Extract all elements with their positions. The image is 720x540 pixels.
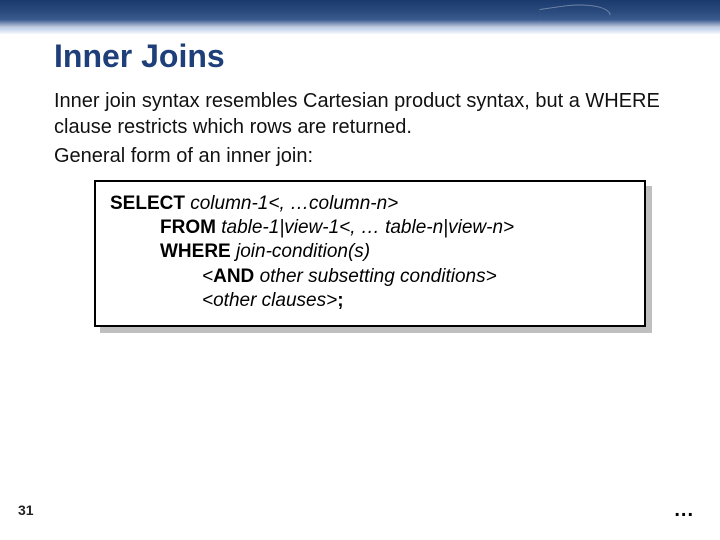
it-columns: column-1<, …column-n> (190, 193, 398, 214)
it-tables: table-1|view-1<, … table-n|view-n> (221, 217, 514, 238)
code-box: SELECT column-1<, …column-n> FROM table-… (94, 180, 646, 328)
it-join-cond: join-condition(s) (236, 241, 370, 262)
kw-select: SELECT (110, 193, 190, 214)
paragraph-1: Inner join syntax resembles Cartesian pr… (54, 89, 670, 140)
banner-swoosh (539, 0, 611, 25)
header-banner (0, 0, 720, 28)
code-line-1: SELECT column-1<, …column-n> (110, 192, 630, 216)
code-line-2: FROM table-1|view-1<, … table-n|view-n> (110, 216, 630, 240)
kw-and: AND (213, 266, 259, 287)
code-line-5: <other clauses>; (110, 289, 630, 313)
kw-from: FROM (160, 217, 221, 238)
it-subset: other subsetting conditions> (260, 266, 497, 287)
code-block: SELECT column-1<, …column-n> FROM table-… (94, 180, 646, 328)
it-open-angle: < (202, 266, 213, 287)
code-line-3: WHERE join-condition(s) (110, 240, 630, 264)
code-line-4: <AND other subsetting conditions> (110, 265, 630, 289)
continuation-ellipsis: ... (674, 499, 694, 522)
kw-where: WHERE (160, 241, 236, 262)
slide-content: Inner Joins Inner join syntax resembles … (0, 28, 720, 327)
page-number: 31 (18, 502, 34, 518)
it-other-clauses: <other clauses> (202, 290, 337, 311)
paragraph-2: General form of an inner join: (54, 144, 670, 170)
kw-semicolon: ; (337, 290, 343, 311)
slide-title: Inner Joins (54, 38, 670, 75)
